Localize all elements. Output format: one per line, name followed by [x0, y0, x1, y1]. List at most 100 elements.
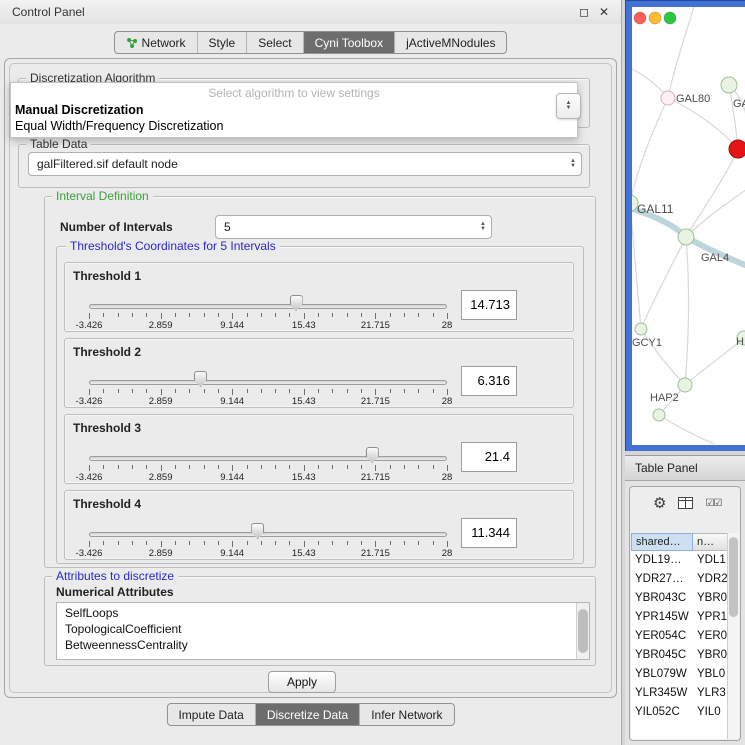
threshold-slider-track[interactable] [89, 380, 447, 385]
network-node[interactable] [678, 229, 694, 245]
number-of-intervals-combobox[interactable]: 5 ▲▼ [215, 215, 492, 239]
tab-jactivemnodules[interactable]: jActiveMNodules [395, 32, 506, 53]
table-data-combobox[interactable]: galFiltered.sif default node ▲▼ [28, 152, 582, 176]
combo-arrows-icon: ▲▼ [566, 101, 572, 111]
table-panel-titlebar: Table Panel [625, 455, 745, 481]
network-edge [685, 237, 689, 385]
network-node[interactable] [729, 140, 745, 158]
close-window-icon[interactable]: ✕ [599, 5, 609, 19]
apply-button[interactable]: Apply [268, 671, 336, 693]
cell-shared-name[interactable]: YBR045C [631, 646, 693, 665]
list-item[interactable]: SelfLoops [57, 605, 589, 621]
cell-name[interactable]: YBR0 [693, 589, 727, 608]
combo-stepper-button[interactable]: ▲▼ [556, 93, 581, 119]
network-edge [686, 187, 745, 237]
zoom-button[interactable] [664, 12, 676, 24]
cyni-bottom-tabs: Impute Data Discretize Data Infer Networ… [166, 703, 454, 726]
dropdown-option-equal-width[interactable]: Equal Width/Frequency Discretization [11, 117, 577, 133]
cell-shared-name[interactable]: YER054C [631, 627, 693, 646]
list-item[interactable]: BetweennessCentrality [57, 637, 589, 653]
network-edge [641, 237, 686, 329]
network-edge [668, 98, 738, 149]
threshold-group: Threshold 2 -3.4262.8599.14415.4321.7152… [64, 338, 574, 408]
cell-shared-name[interactable]: YIL052C [631, 703, 693, 722]
cell-shared-name[interactable]: YBR043C [631, 589, 693, 608]
network-node[interactable] [721, 77, 737, 93]
node-label: GAL11 [637, 202, 674, 216]
tab-select[interactable]: Select [247, 32, 303, 53]
table-row[interactable]: YBL079WYBL0 [631, 665, 727, 684]
threshold-value-field[interactable]: 11.344 [461, 518, 517, 548]
list-scrollbar[interactable] [576, 603, 589, 659]
table-row[interactable]: YDL19…YDL1 [631, 551, 727, 570]
node-label: GAL80 [676, 93, 710, 105]
cell-shared-name[interactable]: YLR345W [631, 684, 693, 703]
select-rows-icon[interactable]: ☑☑ [705, 498, 721, 509]
cell-name[interactable]: YPR1 [693, 608, 727, 627]
table-panel-title: Table Panel [635, 461, 698, 475]
network-node[interactable] [661, 91, 675, 105]
table-panel: ⚙ ☑☑ shared… n… YDL19…YDL1YDR27…YDR2YBR0… [625, 481, 745, 745]
node-table: shared… n… YDL19…YDL1YDR27…YDR2YBR043CYB… [631, 533, 727, 739]
float-window-icon[interactable]: ◻ [579, 5, 589, 19]
table-row[interactable]: YIL052CYIL0 [631, 703, 727, 722]
threshold-value-field[interactable]: 21.4 [461, 442, 517, 472]
cell-name[interactable]: YLR3 [693, 684, 727, 703]
slider-tick-labels: -3.4262.8599.14415.4321.71528 [89, 548, 447, 559]
dropdown-option-manual-discretization[interactable]: Manual Discretization [11, 100, 577, 117]
numerical-attributes-list: SelfLoopsTopologicalCoefficientBetweenne… [56, 602, 590, 660]
minimize-button[interactable] [649, 12, 661, 24]
network-canvas[interactable]: GAL80GAGAL11GAL4GCY1HHAP2 [632, 7, 745, 445]
network-node[interactable] [678, 378, 692, 392]
cell-shared-name[interactable]: YDR27… [631, 570, 693, 589]
table-row[interactable]: YER054CYER0 [631, 627, 727, 646]
network-node[interactable] [635, 323, 647, 335]
cell-name[interactable]: YBL0 [693, 665, 727, 684]
tab-network[interactable]: Network [115, 32, 198, 53]
tab-discretize-data[interactable]: Discretize Data [256, 704, 360, 725]
tab-cyni-toolbox[interactable]: Cyni Toolbox [304, 32, 395, 53]
table-row[interactable]: YDR27…YDR2 [631, 570, 727, 589]
cell-name[interactable]: YBR0 [693, 646, 727, 665]
threshold-slider-track[interactable] [89, 456, 447, 461]
tab-style[interactable]: Style [198, 32, 248, 53]
threshold-slider-track[interactable] [89, 532, 447, 537]
window-title: Control Panel [12, 5, 85, 19]
tab-infer-network[interactable]: Infer Network [360, 704, 453, 725]
gear-icon[interactable]: ⚙ [653, 494, 666, 512]
threshold-group: Threshold 4 -3.4262.8599.14415.4321.7152… [64, 490, 574, 560]
table-row[interactable]: YLR345WYLR3 [631, 684, 727, 703]
list-scrollbar-thumb[interactable] [578, 609, 588, 653]
node-label: GAL4 [701, 252, 729, 264]
column-header-shared-name[interactable]: shared… [631, 533, 693, 551]
node-label: H [736, 336, 744, 348]
attributes-group-title: Attributes to discretize [52, 569, 178, 583]
control-panel-window: Control Panel ◻ ✕ Network Style Select C… [0, 0, 622, 745]
cell-name[interactable]: YDR2 [693, 570, 727, 589]
threshold-value-field[interactable]: 14.713 [461, 290, 517, 320]
cell-shared-name[interactable]: YPR145W [631, 608, 693, 627]
cell-name[interactable]: YIL0 [693, 703, 727, 722]
network-node[interactable] [653, 409, 665, 421]
threshold-slider-track[interactable] [89, 304, 447, 309]
cell-shared-name[interactable]: YDL19… [631, 551, 693, 570]
table-row[interactable]: YPR145WYPR1 [631, 608, 727, 627]
numerical-attributes-label: Numerical Attributes [56, 580, 174, 604]
column-header-name[interactable]: n… [693, 533, 727, 551]
cell-name[interactable]: YER0 [693, 627, 727, 646]
cell-name[interactable]: YDL1 [693, 551, 727, 570]
cell-shared-name[interactable]: YBL079W [631, 665, 693, 684]
slider-tick-labels: -3.4262.8599.14415.4321.71528 [89, 320, 447, 331]
table-scrollbar[interactable] [727, 533, 739, 739]
list-item[interactable]: TopologicalCoefficient [57, 621, 589, 637]
tab-impute-data[interactable]: Impute Data [167, 704, 255, 725]
table-row[interactable]: YBR045CYBR0 [631, 646, 727, 665]
close-button[interactable] [634, 12, 646, 24]
table-scrollbar-thumb[interactable] [729, 537, 738, 617]
table-row[interactable]: YBR043CYBR0 [631, 589, 727, 608]
table-columns-icon[interactable] [678, 497, 693, 509]
table-panel-box: ⚙ ☑☑ shared… n… YDL19…YDL1YDR27…YDR2YBR0… [629, 486, 741, 741]
combo-arrows-icon: ▲▼ [570, 159, 581, 169]
threshold-value-field[interactable]: 6.316 [461, 366, 517, 396]
tab-label: Network [142, 36, 186, 50]
